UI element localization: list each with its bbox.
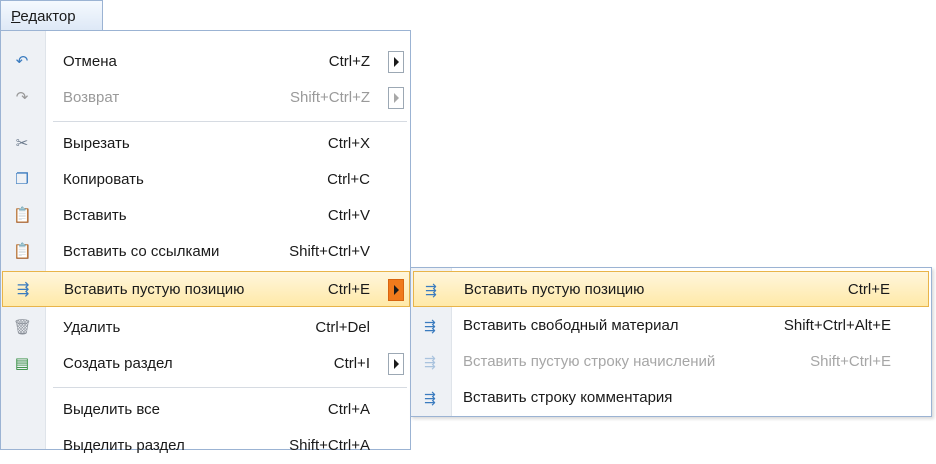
editor-dropdown-menu: ↶ Отмена Ctrl+Z ↷ Возврат Shift+Ctrl+Z ✂… (0, 30, 411, 454)
menu-item-shortcut: Ctrl+E (327, 281, 370, 298)
menu-item-select-all[interactable]: Выделить все Ctrl+A (1, 392, 410, 428)
menu-item-label: Вставить со ссылками (63, 243, 220, 260)
menu-item-shortcut: Ctrl+C (327, 171, 370, 188)
menu-item-label: Копировать (63, 171, 144, 188)
menu-item-shortcut: Ctrl+V (327, 207, 370, 224)
menu-item-paste-links[interactable]: 📋 Вставить со ссылками Shift+Ctrl+V (1, 234, 410, 270)
menu-item-cut[interactable]: ✂ Вырезать Ctrl+X (1, 126, 410, 162)
menu-item-undo[interactable]: ↶ Отмена Ctrl+Z (1, 44, 410, 80)
paste-icon: 📋 (13, 207, 32, 224)
create-section-icon: ▤ (14, 355, 30, 372)
menu-item-shortcut: Ctrl+I (333, 355, 370, 372)
submenu-arrow-button[interactable] (388, 51, 404, 73)
menu-separator (53, 121, 407, 122)
menu-item-label: Вставить (63, 207, 127, 224)
menu-item-shortcut: Ctrl+Del (315, 319, 370, 336)
insert-position-icon: ⇶ (425, 282, 437, 298)
submenu-arrow-button[interactable] (388, 353, 404, 375)
menu-item-select-section[interactable]: Выделить раздел Shift+Ctrl+A (1, 428, 410, 464)
menu-item-shortcut: Shift+Ctrl+A (289, 437, 370, 454)
menu-item-label: Вставить пустую позицию (64, 281, 245, 298)
submenu-item-label: Вставить пустую позицию (464, 281, 645, 298)
menu-item-label: Возврат (63, 89, 120, 106)
submenu-item-insert-comment-row[interactable]: ⇶ Вставить строку комментария (411, 380, 931, 416)
menu-editor[interactable]: Редактор (0, 0, 103, 31)
submenu-item-shortcut: Shift+Ctrl+Alt+E (783, 317, 891, 334)
menu-item-label: Отмена (63, 53, 117, 70)
menu-editor-label: Редактор (11, 8, 76, 25)
insert-material-icon: ⇶ (424, 318, 436, 334)
submenu-item-shortcut: Shift+Ctrl+E (810, 353, 891, 370)
menu-item-label: Выделить все (63, 401, 161, 418)
menu-item-insert-empty-position[interactable]: ⇶ Вставить пустую позицию Ctrl+E (2, 271, 410, 307)
submenu-arrow-button[interactable] (388, 279, 404, 301)
redo-icon: ↷ (15, 89, 29, 106)
menu-item-shortcut: Shift+Ctrl+V (289, 243, 370, 260)
paste-links-icon: 📋 (13, 243, 32, 260)
insert-position-icon: ⇶ (16, 281, 30, 298)
menu-item-shortcut: Shift+Ctrl+Z (289, 89, 370, 106)
undo-icon: ↶ (15, 53, 29, 70)
trash-icon: 🗑 (13, 319, 33, 336)
submenu-item-label: Вставить свободный материал (463, 317, 679, 334)
submenu-arrow-button[interactable] (388, 87, 404, 109)
menu-item-label: Создать раздел (63, 355, 173, 372)
menu-item-paste[interactable]: 📋 Вставить Ctrl+V (1, 198, 410, 234)
submenu-item-shortcut: Ctrl+E (847, 281, 890, 298)
insert-comment-row-icon: ⇶ (424, 390, 436, 406)
menu-item-copy[interactable]: ❐ Копировать Ctrl+C (1, 162, 410, 198)
submenu-item-label: Вставить строку комментария (463, 389, 673, 406)
insert-charges-row-icon: ⇶ (424, 354, 436, 370)
menu-item-shortcut: Ctrl+X (327, 135, 370, 152)
submenu-item-insert-empty-position[interactable]: ⇶ Вставить пустую позицию Ctrl+E (413, 271, 929, 307)
menu-item-label: Выделить раздел (63, 437, 185, 454)
submenu-item-insert-free-material[interactable]: ⇶ Вставить свободный материал Shift+Ctrl… (411, 308, 931, 344)
menu-item-shortcut: Ctrl+Z (328, 53, 370, 70)
menu-item-label: Вырезать (63, 135, 130, 152)
menu-item-shortcut: Ctrl+A (327, 401, 370, 418)
copy-icon: ❐ (15, 171, 29, 188)
menu-separator (53, 387, 407, 388)
submenu-item-insert-charges-row[interactable]: ⇶ Вставить пустую строку начислений Shif… (411, 344, 931, 380)
menu-item-create-section[interactable]: ▤ Создать раздел Ctrl+I (1, 346, 410, 382)
submenu-item-label: Вставить пустую строку начислений (463, 353, 716, 370)
cut-icon: ✂ (15, 135, 29, 152)
insert-submenu: ⇶ Вставить пустую позицию Ctrl+E ⇶ Встав… (410, 267, 932, 417)
menu-item-redo[interactable]: ↷ Возврат Shift+Ctrl+Z (1, 80, 410, 116)
menu-item-delete[interactable]: 🗑 Удалить Ctrl+Del (1, 310, 410, 346)
menu-item-label: Удалить (63, 319, 121, 336)
